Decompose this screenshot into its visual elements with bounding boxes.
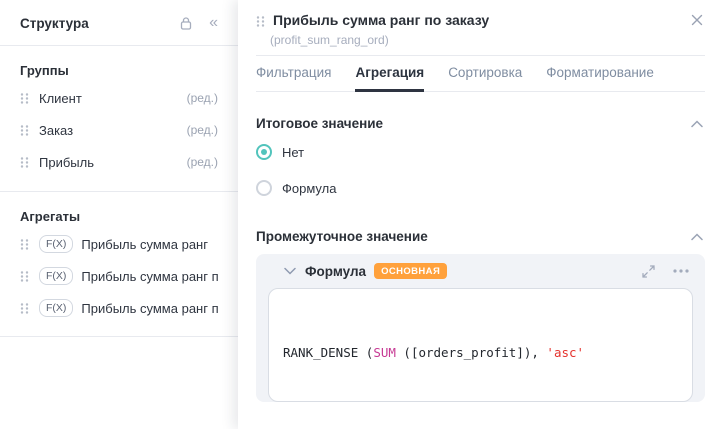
radio-icon[interactable] — [256, 180, 272, 196]
main-formula-badge: ОСНОВНАЯ — [374, 263, 448, 279]
total-value-heading: Итоговое значение — [256, 116, 384, 131]
chevron-up-icon[interactable] — [689, 231, 705, 243]
radio-label: Нет — [282, 144, 305, 160]
edit-link[interactable]: (ред.) — [187, 123, 218, 137]
more-options-icon[interactable] — [671, 267, 691, 275]
sidebar-divider — [0, 191, 238, 192]
field-settings-panel: Прибыль сумма ранг по заказу (profit_sum… — [238, 0, 725, 429]
group-item-label: Заказ — [39, 122, 74, 138]
aggregate-item-label: Прибыль сумма ранг по... — [81, 300, 218, 316]
chevron-up-icon[interactable] — [689, 118, 705, 130]
formula-fx-badge: F(X) — [39, 299, 74, 317]
drag-handle-icon[interactable] — [20, 302, 29, 315]
formula-code-line: RANK_DENSE (SUM ([orders_profit]), 'asc' — [283, 345, 585, 360]
formula-fx-badge: F(X) — [39, 235, 74, 253]
group-item-label: Клиент — [39, 90, 82, 106]
formula-card: Формула ОСНОВНАЯ RANK_DENSE (SUM ([order… — [256, 254, 705, 402]
edit-link[interactable]: (ред.) — [187, 91, 218, 105]
app-window: Структура « Группы Клиент (ред.) Заказ (… — [0, 0, 725, 429]
tab-aggregation[interactable]: Агрегация — [355, 56, 425, 92]
chevron-down-icon[interactable] — [284, 267, 296, 275]
radio-option-none[interactable]: Нет — [256, 137, 705, 167]
expand-icon[interactable] — [640, 263, 657, 280]
sidebar-divider — [0, 336, 238, 337]
aggregates-heading: Агрегаты — [20, 209, 81, 224]
settings-tabs: Фильтрация Агрегация Сортировка Форматир… — [256, 56, 705, 92]
intermediate-value-heading: Промежуточное значение — [256, 229, 428, 244]
lock-icon[interactable] — [177, 14, 195, 33]
panel-title: Прибыль сумма ранг по заказу — [273, 12, 490, 28]
radio-label: Формула — [282, 180, 337, 196]
groups-heading: Группы — [20, 63, 69, 78]
group-item-label: Прибыль — [39, 154, 94, 170]
structure-sidebar: Структура « Группы Клиент (ред.) Заказ (… — [0, 0, 238, 429]
formula-editor[interactable]: RANK_DENSE (SUM ([orders_profit]), 'asc'… — [268, 288, 693, 402]
sidebar-title: Структура — [20, 15, 89, 31]
resize-grip-icon[interactable] — [678, 387, 687, 396]
aggregate-item[interactable]: F(X) Прибыль сумма ранг по... — [0, 292, 238, 324]
tab-sorting[interactable]: Сортировка — [448, 56, 522, 92]
tab-filtering[interactable]: Фильтрация — [256, 56, 331, 92]
drag-handle-icon[interactable] — [20, 156, 29, 169]
aggregate-item-label: Прибыль сумма ранг по... — [81, 268, 218, 284]
tab-formatting[interactable]: Форматирование — [546, 56, 654, 92]
group-item-client[interactable]: Клиент (ред.) — [0, 82, 238, 114]
drag-handle-icon[interactable] — [20, 92, 29, 105]
formula-section-label: Формула — [305, 263, 367, 279]
edit-link[interactable]: (ред.) — [187, 155, 218, 169]
aggregate-item[interactable]: F(X) Прибыль сумма ранг по... — [0, 260, 238, 292]
drag-handle-icon[interactable] — [20, 124, 29, 137]
sidebar-divider — [0, 45, 238, 46]
panel-subtitle: (profit_sum_rang_ord) — [270, 33, 389, 47]
aggregate-item-label: Прибыль сумма ранг — [81, 236, 208, 252]
drag-handle-icon[interactable] — [20, 270, 29, 283]
group-item-profit[interactable]: Прибыль (ред.) — [0, 146, 238, 178]
group-item-order[interactable]: Заказ (ред.) — [0, 114, 238, 146]
close-icon[interactable] — [689, 12, 705, 28]
radio-option-formula[interactable]: Формула — [256, 173, 705, 203]
collapse-sidebar-icon[interactable]: « — [207, 13, 220, 33]
formula-fx-badge: F(X) — [39, 267, 74, 285]
aggregate-item[interactable]: F(X) Прибыль сумма ранг — [0, 228, 238, 260]
drag-handle-icon[interactable] — [256, 15, 265, 28]
drag-handle-icon[interactable] — [20, 238, 29, 251]
radio-icon[interactable] — [256, 144, 272, 160]
